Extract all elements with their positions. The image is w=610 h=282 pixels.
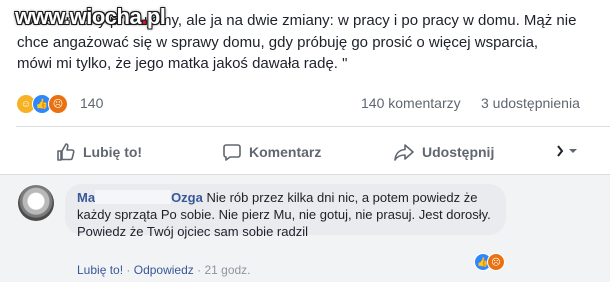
avatar[interactable] [18, 185, 54, 221]
audience-selector[interactable] [555, 144, 581, 158]
reaction-icons[interactable]: ☺ 👍 ☹ [16, 94, 80, 114]
comment-time[interactable]: 21 godz. [204, 263, 250, 277]
share-label: Udostępnij [422, 144, 495, 160]
comment-author[interactable]: Ma Ozga [77, 190, 203, 205]
comment-label: Komentarz [249, 144, 322, 160]
comment-author-first: Ma [77, 190, 96, 205]
reaction-count[interactable]: 140 [80, 95, 103, 111]
comment-author-last: Ozga [171, 190, 203, 205]
chevron-down-icon [557, 145, 577, 157]
divider [16, 126, 610, 127]
comment-bubble: Ma Ozga Nie rób przez kilka dni nic, a po… [65, 184, 506, 239]
like-label: Lubię to! [83, 144, 143, 160]
author-redaction [95, 190, 172, 204]
comment-reactions[interactable]: 👍 ☹ [474, 251, 518, 273]
reactions-bar: ☺ 👍 ☹ 140 140 komentarzy 3 udostępnienia [16, 92, 610, 116]
watermark-logo: www.wiocha.pl [15, 4, 166, 30]
comment-icon [223, 144, 241, 161]
meta-separator: · [197, 263, 202, 277]
comment-reply-link[interactable]: Odpowiedz [134, 263, 194, 277]
share-button[interactable]: Udostępnij [393, 142, 494, 162]
comment-button[interactable]: Komentarz [222, 142, 321, 162]
comment-meta: Lubię to! · Odpowiedz · 21 godz. [77, 263, 251, 277]
comment-section: Ma Ozga Nie rób przez kilka dni nic, a po… [0, 175, 610, 282]
like-button[interactable]: Lubię to! [56, 142, 142, 162]
thumbs-up-icon [57, 143, 75, 161]
watermark-part1: www.wiocha [15, 4, 142, 29]
angry-icon: ☹ [48, 94, 68, 114]
angry-icon: ☹ [487, 253, 505, 271]
watermark-part2: pl [146, 4, 166, 29]
share-arrow-icon [394, 144, 414, 161]
action-bar: Lubię to! Komentarz Udostępnij [0, 135, 610, 169]
shares-count[interactable]: 3 udostępnienia [481, 95, 580, 111]
meta-separator: · [126, 263, 131, 277]
comments-count[interactable]: 140 komentarzy [361, 95, 461, 111]
comment-like-link[interactable]: Lubię to! [77, 263, 123, 277]
